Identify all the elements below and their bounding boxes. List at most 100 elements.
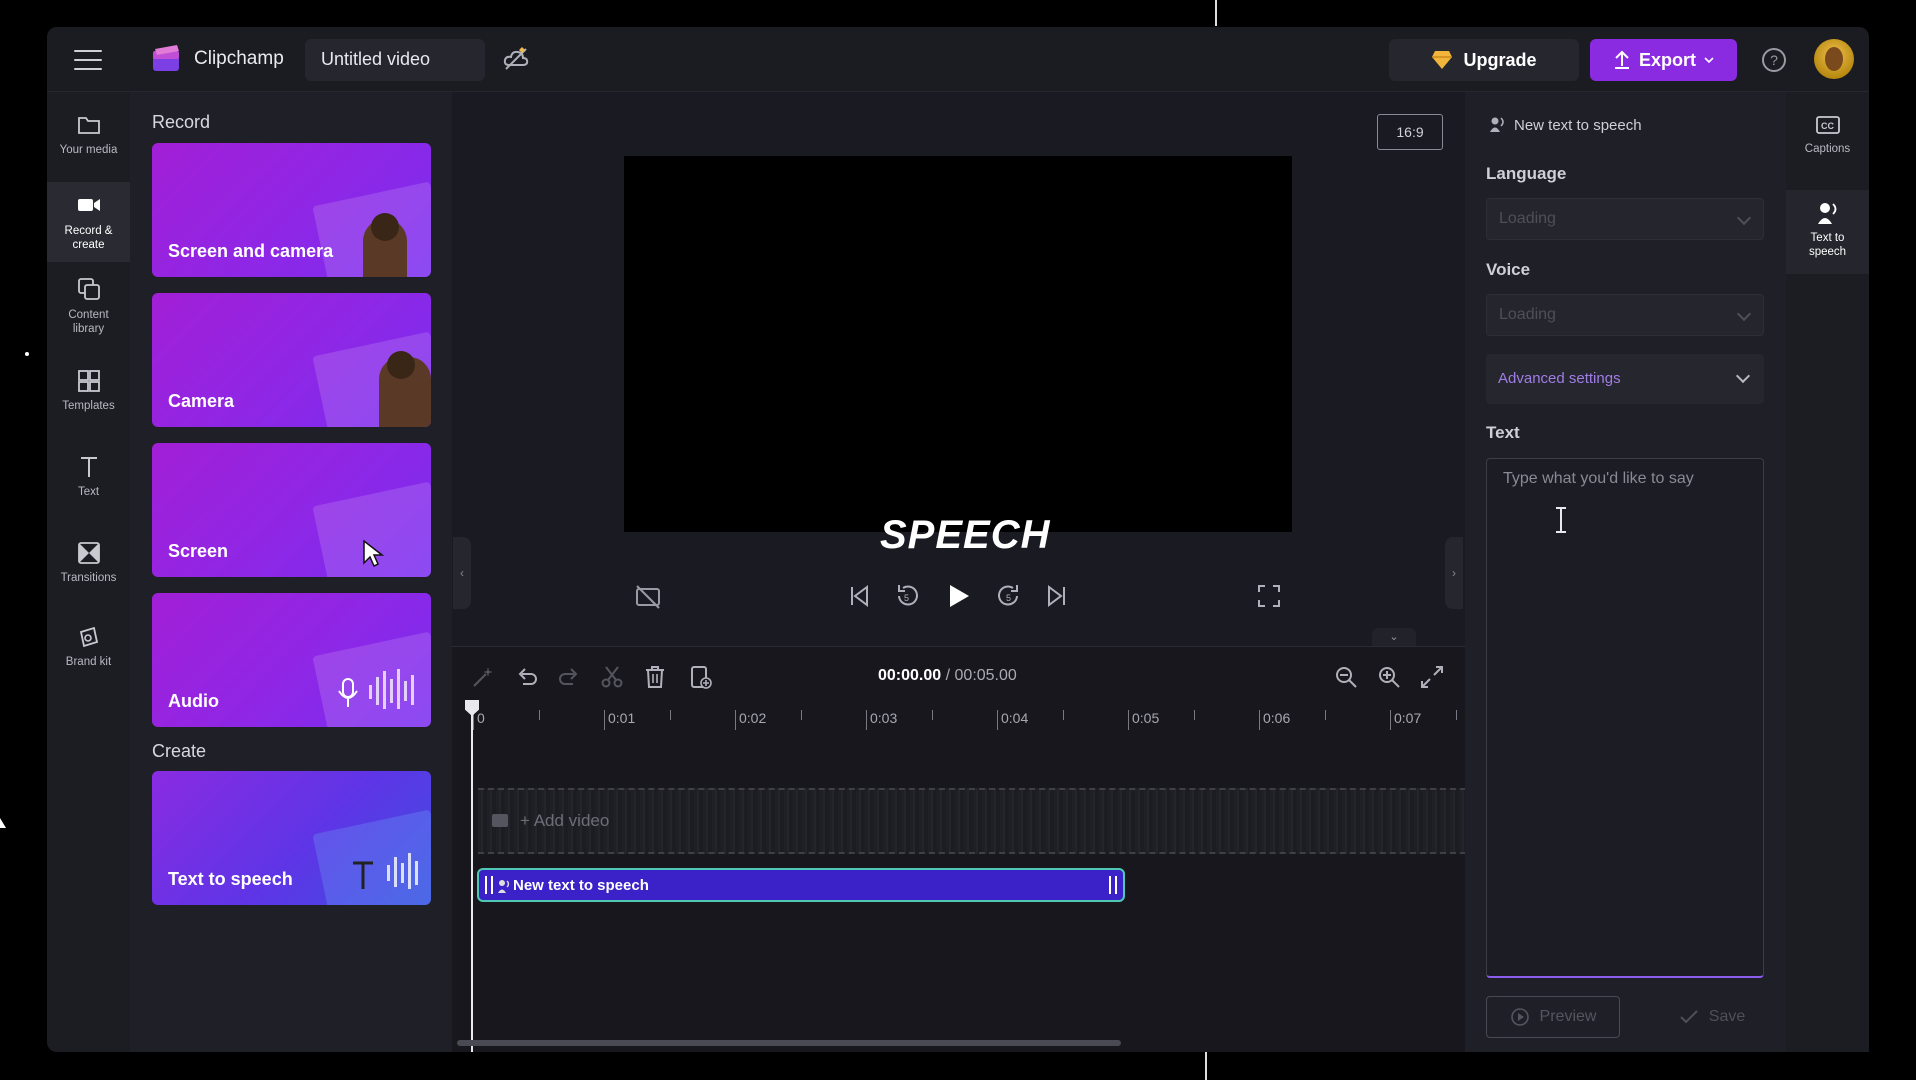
clip-trim-handle-right[interactable] bbox=[1109, 876, 1117, 894]
aspect-ratio-button[interactable]: 16:9 bbox=[1377, 114, 1443, 150]
redo-icon[interactable] bbox=[556, 664, 582, 690]
microphone-waveform-icon bbox=[338, 669, 414, 709]
zoom-out-icon[interactable] bbox=[1333, 664, 1359, 690]
edge-mark bbox=[0, 818, 6, 828]
ruler-major-tick bbox=[997, 710, 998, 730]
timeline-scrollbar[interactable] bbox=[457, 1040, 1121, 1046]
ruler-minor-tick bbox=[1193, 710, 1195, 720]
edge-dot bbox=[25, 352, 29, 356]
checkmark-icon bbox=[1680, 1010, 1698, 1024]
card-person-thumbnail bbox=[363, 213, 407, 277]
card-label: Camera bbox=[168, 391, 235, 411]
upload-icon bbox=[1614, 50, 1629, 69]
speech-text-input[interactable]: Type what you'd like to say bbox=[1486, 458, 1764, 978]
ruler-major-tick bbox=[1390, 710, 1391, 730]
hamburger-menu-icon[interactable] bbox=[74, 50, 102, 70]
create-heading: Create bbox=[152, 741, 207, 761]
preview-button[interactable]: Preview bbox=[1486, 996, 1620, 1038]
zoom-in-icon[interactable] bbox=[1376, 664, 1402, 690]
rail-item-label: Text bbox=[77, 486, 100, 498]
undo-icon[interactable] bbox=[514, 664, 540, 690]
fit-timeline-icon[interactable] bbox=[1419, 664, 1445, 690]
card-screen-and-camera[interactable]: Screen and camera bbox=[152, 143, 431, 277]
magic-wand-icon[interactable] bbox=[470, 664, 496, 690]
upgrade-label: Upgrade bbox=[1463, 49, 1537, 70]
guide-line-top bbox=[1215, 0, 1217, 26]
card-label: Audio bbox=[168, 691, 219, 711]
play-circle-icon bbox=[1510, 1008, 1529, 1026]
ruler-major-tick bbox=[866, 710, 867, 730]
export-button[interactable]: Export bbox=[1590, 39, 1737, 81]
rail-item-text-to-speech[interactable]: Text to speech bbox=[1786, 190, 1869, 274]
playhead[interactable] bbox=[471, 702, 473, 1052]
language-select[interactable]: Loading bbox=[1486, 198, 1764, 240]
ruler-minor-tick bbox=[538, 710, 540, 720]
card-camera[interactable]: Camera bbox=[152, 293, 431, 427]
text-to-speech-clip[interactable]: New text to speech bbox=[477, 868, 1125, 902]
card-screen[interactable]: Screen bbox=[152, 443, 431, 577]
rail-item-transitions[interactable]: Transitions bbox=[47, 540, 130, 598]
add-video-track[interactable]: + Add video bbox=[478, 788, 1466, 854]
video-preview-canvas bbox=[624, 156, 1292, 532]
ruler-label: 0:02 bbox=[739, 710, 767, 726]
rail-item-brand-kit[interactable]: Brand kit bbox=[47, 624, 130, 682]
rail-item-content-library[interactable]: Content library bbox=[47, 276, 130, 342]
collapse-left-panel-chevron-icon[interactable]: ‹ bbox=[453, 537, 471, 609]
rewind-5s-icon[interactable]: 5 bbox=[893, 582, 921, 610]
split-scissors-icon[interactable] bbox=[599, 664, 625, 690]
forward-5s-icon[interactable]: 5 bbox=[995, 582, 1023, 610]
record-heading: Record bbox=[152, 112, 211, 132]
chevron-down-icon bbox=[1736, 210, 1752, 226]
skip-forward-icon[interactable] bbox=[1043, 582, 1071, 610]
cloud-sync-off-icon[interactable] bbox=[502, 45, 532, 73]
text-icon bbox=[80, 457, 97, 477]
card-text-to-speech[interactable]: Text to speech bbox=[152, 771, 431, 905]
rail-item-templates[interactable]: Templates bbox=[47, 368, 130, 426]
ruler-label: 0:03 bbox=[870, 710, 898, 726]
delete-trash-icon[interactable] bbox=[642, 664, 668, 690]
chevron-down-icon bbox=[1735, 368, 1751, 384]
help-icon[interactable]: ? bbox=[1762, 48, 1786, 72]
upgrade-button[interactable]: Upgrade bbox=[1389, 39, 1579, 81]
rail-item-label: Templates bbox=[62, 400, 115, 412]
rail-item-captions[interactable]: CC Captions bbox=[1786, 112, 1869, 182]
save-button[interactable]: Save bbox=[1660, 996, 1764, 1038]
text-waveform-icon bbox=[353, 853, 418, 889]
brand-name: Clipchamp bbox=[194, 48, 284, 69]
advanced-settings-toggle[interactable]: Advanced settings bbox=[1486, 354, 1764, 404]
clip-trim-handle-left[interactable] bbox=[485, 876, 493, 894]
add-video-label: + Add video bbox=[520, 811, 610, 830]
ruler-label: 0:04 bbox=[1001, 710, 1029, 726]
skip-back-icon[interactable] bbox=[845, 582, 873, 610]
cursor-arrow-icon bbox=[363, 539, 385, 568]
rail-item-text[interactable]: Text bbox=[47, 454, 130, 512]
rail-item-label: Transitions bbox=[60, 572, 117, 584]
language-value: Loading bbox=[1499, 210, 1556, 227]
captions-icon: CC bbox=[1815, 116, 1840, 134]
avatar[interactable] bbox=[1814, 39, 1854, 79]
diamond-icon bbox=[1432, 51, 1453, 69]
voice-label: Voice bbox=[1486, 260, 1531, 279]
hide-camera-icon[interactable] bbox=[634, 582, 662, 610]
ruler-major-tick bbox=[604, 710, 605, 730]
rail-item-record-create[interactable]: Record & create bbox=[47, 182, 130, 262]
rail-item-label: Text to speech bbox=[1808, 232, 1847, 258]
transitions-icon bbox=[77, 542, 100, 564]
rail-item-label: Brand kit bbox=[65, 656, 112, 668]
card-audio[interactable]: Audio bbox=[152, 593, 431, 727]
ruler-label: 0:07 bbox=[1394, 710, 1422, 726]
ruler-minor-tick bbox=[1324, 710, 1326, 720]
ruler-minor-tick bbox=[800, 710, 802, 720]
play-icon[interactable] bbox=[944, 582, 972, 610]
ruler-minor-tick bbox=[931, 710, 933, 720]
fullscreen-icon[interactable] bbox=[1255, 582, 1283, 610]
timeline-toggle-chevron-icon[interactable]: ⌄ bbox=[1372, 628, 1416, 646]
collapse-right-panel-chevron-icon[interactable]: › bbox=[1445, 537, 1463, 609]
card-label: Text to speech bbox=[168, 869, 293, 889]
project-title-field[interactable]: Untitled video bbox=[305, 39, 485, 81]
text-to-speech-icon bbox=[1817, 203, 1836, 224]
duplicate-icon[interactable] bbox=[686, 664, 712, 690]
preview-label: Preview bbox=[1539, 1008, 1597, 1025]
rail-item-your-media[interactable]: Your media bbox=[47, 112, 130, 170]
voice-select[interactable]: Loading bbox=[1486, 294, 1764, 336]
